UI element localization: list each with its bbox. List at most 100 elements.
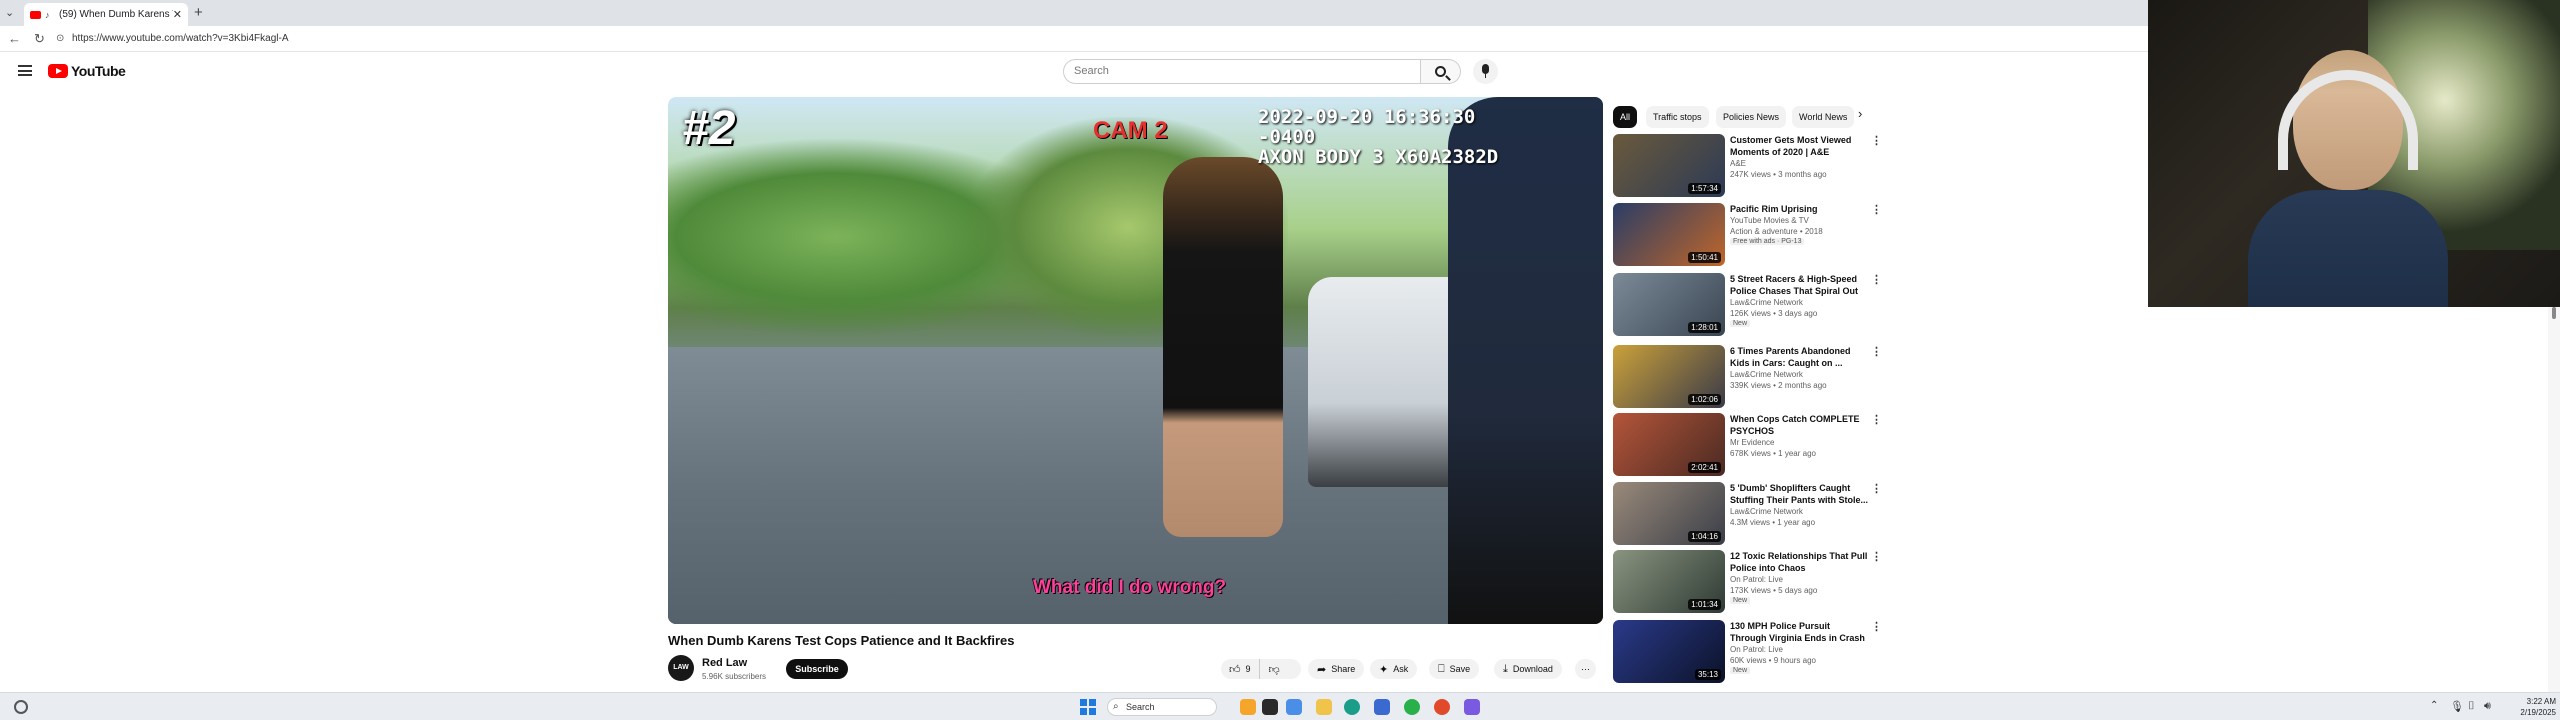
file-explorer-icon[interactable] — [1316, 699, 1332, 715]
app-icon[interactable] — [1374, 699, 1390, 715]
browser-tab[interactable]: ♪ (59) When Dumb Karens Te... ✕ — [24, 3, 188, 26]
search-input[interactable]: Search — [1063, 59, 1421, 84]
recommendation-channel[interactable]: On Patrol: Live — [1730, 645, 1783, 654]
more-options-icon[interactable]: ⋮ — [1871, 415, 1882, 426]
like-count: 9 — [1245, 664, 1251, 674]
like-button[interactable]: 👍︎ 9 — [1221, 659, 1260, 679]
widgets-icon[interactable] — [14, 700, 28, 714]
more-options-icon[interactable]: ⋮ — [1871, 205, 1882, 216]
recommendation-thumbnail[interactable]: 1:28:01 — [1613, 273, 1725, 336]
store-app-icon[interactable] — [1286, 699, 1302, 715]
voice-search-mic-icon[interactable] — [1473, 59, 1498, 84]
recommendation-channel[interactable]: Law&Crime Network — [1730, 370, 1803, 379]
recommendation-title[interactable]: 6 Times Parents Abandoned Kids in Cars: … — [1730, 345, 1868, 369]
more-options-icon[interactable]: ⋮ — [1871, 347, 1882, 358]
ask-button[interactable]: ✦ Ask — [1370, 659, 1418, 679]
dislike-button[interactable]: 👎︎ — [1260, 659, 1289, 679]
youtube-logo[interactable]: YouTube — [48, 63, 126, 79]
network-icon[interactable]: ⌷ — [2468, 700, 2475, 713]
url-field[interactable]: https://www.youtube.com/watch?v=3Kbi4Fka… — [72, 33, 289, 44]
discord-icon[interactable] — [1464, 699, 1480, 715]
new-tab-button[interactable]: + — [194, 4, 203, 21]
more-options-icon[interactable]: ⋮ — [1871, 622, 1882, 633]
terminal-app-icon[interactable] — [1262, 699, 1278, 715]
recommendation-meta: 60K views • 9 hours ago — [1730, 656, 1816, 665]
recommendation-item[interactable]: 1:02:06 6 Times Parents Abandoned Kids in… — [1613, 345, 1883, 411]
volume-icon[interactable]: 🔊︎ — [2484, 700, 2491, 713]
download-label: Download — [1512, 664, 1553, 674]
chrome-icon[interactable] — [1434, 699, 1450, 715]
spotify-icon[interactable] — [1404, 699, 1420, 715]
speaker-icon[interactable]: ♪ — [45, 10, 55, 20]
chip-all[interactable]: All — [1613, 106, 1638, 128]
recommendation-title[interactable]: 5 Street Racers & High-Speed Police Chas… — [1730, 273, 1868, 297]
subscribe-button[interactable]: Subscribe — [786, 659, 848, 679]
recommendation-item[interactable]: 1:01:34 12 Toxic Relationships That Pull … — [1613, 550, 1883, 616]
more-options-icon[interactable]: ⋮ — [1871, 484, 1882, 495]
chip-policies-news[interactable]: Policies News — [1716, 106, 1787, 128]
recommendation-channel[interactable]: Law&Crime Network — [1730, 507, 1803, 516]
recommendation-thumbnail[interactable]: 1:01:34 — [1613, 550, 1725, 613]
recommendation-meta: 126K views • 3 days ago — [1730, 309, 1818, 318]
recommendation-channel[interactable]: Mr Evidence — [1730, 438, 1774, 447]
more-options-icon[interactable]: ⋮ — [1871, 136, 1882, 147]
video-overlay-rank: #2 — [682, 102, 736, 155]
back-button[interactable]: ← — [8, 31, 21, 46]
recommendation-item[interactable]: 1:57:34 Customer Gets Most Viewed Moments… — [1613, 134, 1883, 200]
recommendation-title[interactable]: When Cops Catch COMPLETE PSYCHOS — [1730, 413, 1868, 437]
tab-close-icon[interactable]: ✕ — [173, 8, 182, 21]
recommendation-item[interactable]: 1:50:41 Pacific Rim Uprising YouTube Movie… — [1613, 203, 1883, 269]
recommendation-channel[interactable]: Law&Crime Network — [1730, 298, 1803, 307]
search-button[interactable] — [1421, 59, 1461, 84]
recommendation-title[interactable]: 5 'Dumb' Shoplifters Caught Stuffing The… — [1730, 482, 1868, 506]
taskbar-search[interactable]: Search — [1107, 698, 1217, 716]
recommendation-channel[interactable]: A&E — [1730, 159, 1746, 168]
photos-app-icon[interactable] — [1240, 699, 1256, 715]
chips-next-arrow-icon[interactable]: › — [1858, 106, 1862, 121]
channel-name[interactable]: Red Law — [702, 657, 747, 669]
recommendation-thumbnail[interactable]: 1:04:16 — [1613, 482, 1725, 545]
mic-tray-icon[interactable]: 🎙︎ — [2450, 700, 2464, 713]
recommendation-item[interactable]: 35:13 130 MPH Police Pursuit Through Virg… — [1613, 620, 1883, 686]
recommendation-title[interactable]: Customer Gets Most Viewed Moments of 202… — [1730, 134, 1868, 158]
recommendation-thumbnail[interactable]: 1:50:41 — [1613, 203, 1725, 266]
recommendation-badge: New — [1730, 667, 1751, 674]
recommendation-thumbnail[interactable]: 2:02:41 — [1613, 413, 1725, 476]
chip-world-news[interactable]: World News — [1792, 106, 1855, 128]
sparkle-icon: ✦ — [1379, 663, 1389, 676]
video-duration: 1:04:16 — [1688, 531, 1721, 542]
clock[interactable]: 3:22 AM 2/19/2025 — [2500, 696, 2556, 718]
recommendation-item[interactable]: 1:04:16 5 'Dumb' Shoplifters Caught Stuff… — [1613, 482, 1883, 548]
download-button[interactable]: ⤓ Download — [1494, 659, 1562, 679]
recommendation-item[interactable]: 1:28:01 5 Street Racers & High-Speed Poli… — [1613, 273, 1883, 339]
more-options-icon[interactable]: ⋮ — [1871, 552, 1882, 563]
more-actions-button[interactable]: ⋯ — [1575, 659, 1596, 679]
share-label: Share — [1331, 664, 1356, 674]
channel-avatar[interactable]: LAW — [668, 655, 694, 681]
save-button[interactable]: ⎕ Save — [1429, 659, 1480, 679]
edge-browser-icon[interactable] — [1344, 699, 1360, 715]
menu-icon[interactable] — [18, 65, 32, 76]
site-info-icon[interactable]: ⊙ — [56, 33, 64, 44]
more-options-icon[interactable]: ⋮ — [1871, 275, 1882, 286]
recommendation-title[interactable]: Pacific Rim Uprising — [1730, 203, 1868, 215]
recommendation-title[interactable]: 12 Toxic Relationships That Pull Police … — [1730, 550, 1868, 574]
recommendation-channel[interactable]: On Patrol: Live — [1730, 575, 1783, 584]
recommendation-thumbnail[interactable]: 35:13 — [1613, 620, 1725, 683]
tray-overflow-chevron-icon[interactable]: ⌃ — [2430, 700, 2438, 711]
chip-traffic-stops[interactable]: Traffic stops — [1646, 106, 1709, 128]
share-button[interactable]: ➦ Share — [1308, 659, 1365, 679]
reload-button[interactable]: ↻ — [34, 31, 45, 47]
recommendation-thumbnail[interactable]: 1:02:06 — [1613, 345, 1725, 408]
recommendation-channel[interactable]: YouTube Movies & TV — [1730, 216, 1809, 225]
recommendation-thumbnail[interactable]: 1:57:34 — [1613, 134, 1725, 197]
recommendation-title[interactable]: 130 MPH Police Pursuit Through Virginia … — [1730, 620, 1868, 644]
video-duration: 2:02:41 — [1688, 462, 1721, 473]
scrollbar-thumb[interactable] — [2552, 307, 2556, 319]
video-player[interactable]: #2 CAM 2 2022-09-20 16:36:30 -0400 AXON … — [668, 97, 1603, 624]
recommendation-item[interactable]: 2:02:41 When Cops Catch COMPLETE PSYCHOS M… — [1613, 413, 1883, 479]
tab-list-chevron-icon[interactable]: ⌄ — [5, 6, 14, 19]
page-scrollbar[interactable] — [2548, 307, 2560, 692]
recommendation-meta: 339K views • 2 months ago — [1730, 381, 1827, 390]
start-button[interactable] — [1080, 699, 1096, 715]
